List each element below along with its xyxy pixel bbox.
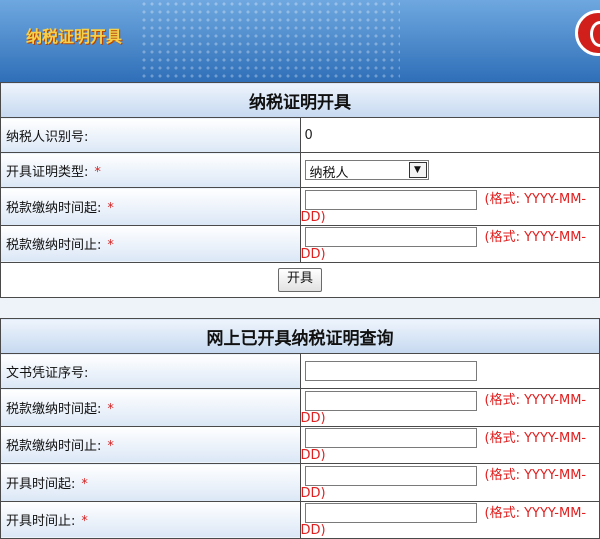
query-pay-start-row: 税款缴纳时间起: * (格式: YYYY-MM-DD) <box>0 388 600 427</box>
pay-start-label: 税款缴纳时间起: <box>6 200 102 216</box>
doc-no-row: 文书凭证序号: <box>0 353 600 389</box>
required-mark: * <box>107 200 114 216</box>
required-mark: * <box>81 476 88 492</box>
query-pay-end-row: 税款缴纳时间止: * (格式: YYYY-MM-DD) <box>0 425 600 464</box>
open-end-row: 开具时间止: * (格式: YYYY-MM-DD) <box>0 500 600 539</box>
taxpayer-id-value: 0 <box>304 127 313 143</box>
required-mark: * <box>81 514 88 530</box>
issue-form-title: 纳税证明开具 <box>0 82 600 118</box>
section-spacer <box>0 298 600 318</box>
query-pay-end-input[interactable] <box>304 428 477 448</box>
required-mark: * <box>94 164 101 180</box>
pay-start-row: 税款缴纳时间起: * (格式: YYYY-MM-DD) <box>0 187 600 226</box>
issue-button[interactable]: 开具 <box>277 268 322 292</box>
query-form: 网上已开具纳税证明查询 文书凭证序号: 税款缴纳时间起: * (格式: YYYY-… <box>0 318 600 539</box>
open-start-input[interactable] <box>304 465 477 486</box>
query-form-title: 网上已开具纳税证明查询 <box>0 318 600 354</box>
required-mark: * <box>107 439 114 455</box>
cert-type-label: 开具证明类型: <box>6 164 89 180</box>
doc-no-label: 文书凭证序号: <box>6 365 89 381</box>
cert-type-row: 开具证明类型: * 纳税人 ▼ <box>0 152 600 188</box>
pay-end-input[interactable] <box>304 227 477 247</box>
cert-type-selected: 纳税人 <box>309 166 349 181</box>
pay-start-input[interactable] <box>304 189 477 210</box>
doc-no-input[interactable] <box>304 361 477 381</box>
header-banner: 纳税证明开具 <box>0 0 600 82</box>
query-pay-start-input[interactable] <box>304 390 477 411</box>
cert-type-select[interactable]: 纳税人 ▼ <box>304 160 429 181</box>
taxpayer-id-label: 纳税人识别号: <box>6 129 89 145</box>
pay-end-row: 税款缴纳时间止: * (格式: YYYY-MM-DD) <box>0 224 600 263</box>
taxpayer-id-row: 纳税人识别号: 0 <box>0 117 600 153</box>
required-mark: * <box>107 401 114 417</box>
issue-form: 纳税证明开具 纳税人识别号: 0 开具证明类型: * 纳税人 ▼ 税款缴纳时间起:… <box>0 82 600 298</box>
banner-pattern <box>140 0 400 82</box>
required-mark: * <box>107 238 114 254</box>
open-start-label: 开具时间起: <box>6 476 76 492</box>
open-end-label: 开具时间止: <box>6 514 76 530</box>
open-start-row: 开具时间起: * (格式: YYYY-MM-DD) <box>0 463 600 502</box>
query-pay-end-label: 税款缴纳时间止: <box>6 439 102 455</box>
pay-end-label: 税款缴纳时间止: <box>6 238 102 254</box>
open-end-input[interactable] <box>304 503 477 523</box>
tax-logo-icon <box>575 10 600 56</box>
chevron-down-icon[interactable]: ▼ <box>408 162 427 178</box>
banner-title: 纳税证明开具 <box>26 27 123 46</box>
query-pay-start-label: 税款缴纳时间起: <box>6 401 102 417</box>
